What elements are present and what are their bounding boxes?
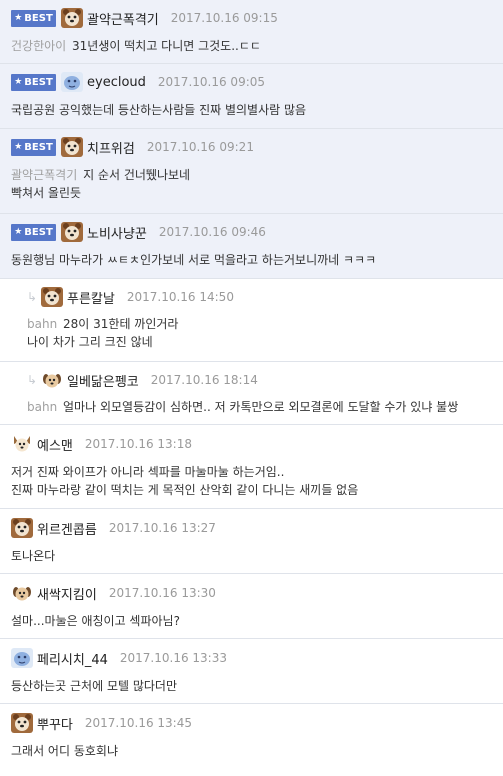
comment-date: 2017.10.16 09:21: [146, 140, 254, 154]
comment-author[interactable]: 노비사냥꾼: [87, 223, 147, 242]
comment-text: 설마...마눌은 애칭이고 섹파아님?: [11, 614, 180, 628]
comment-date: 2017.10.16 13:18: [84, 437, 192, 451]
comment-list: ★ BEST 괄약근폭격기 2017.10.16 09:15 건강한아이 31년생…: [0, 0, 503, 769]
reply-item: ↳ 푸른칼날 2017.10.16 14:50 bahn 28이 31한테 까인…: [0, 279, 503, 362]
comment-date: 2017.10.16 13:27: [108, 521, 216, 535]
comment-author[interactable]: eyecloud: [87, 75, 146, 90]
mention[interactable]: 건강한아이: [11, 39, 66, 53]
comment-author[interactable]: 새싹지킴이: [37, 584, 97, 603]
comment-date: 2017.10.16 14:50: [126, 290, 234, 304]
comment-text: 동원행님 마누라가 ㅆㅌㅊ인가보네 서로 먹을라고 하는거보니까네 ㅋㅋㅋ: [11, 253, 377, 267]
star-icon: ★: [14, 227, 23, 237]
puppy-avatar-icon[interactable]: [11, 583, 33, 603]
reply-arrow-icon: ↳: [27, 373, 38, 387]
comment-item: 예스맨 2017.10.16 13:18 저거 진짜 와이프가 아니라 섹파를 …: [0, 425, 503, 509]
comment-item: 위르겐콥름 2017.10.16 13:27 토나온다: [0, 509, 503, 574]
comment-date: 2017.10.16 09:15: [170, 11, 278, 25]
comment-item: ★ BEST 노비사냥꾼 2017.10.16 09:46 동원행님 마누라가 ㅆ…: [0, 214, 503, 279]
comment-text: 괄약근폭격기 지 순서 건너뛨나보네 빡쳐서 올린듯: [11, 168, 191, 200]
comment-author[interactable]: 페리시치_44: [37, 649, 108, 668]
comment-date: 2017.10.16 13:30: [108, 586, 216, 600]
comment-text: 등산하는곳 근처에 모텔 많다더만: [11, 679, 178, 693]
reply-item: ↳ 일베닮은펭코 2017.10.16 18:14 bahn 얼마나 외모열등감…: [0, 362, 503, 425]
bear-avatar-icon[interactable]: [11, 713, 33, 733]
bear-avatar-icon[interactable]: [61, 8, 83, 28]
comment-item: 뿌꾸다 2017.10.16 13:45 그래서 어디 동호회냐: [0, 704, 503, 769]
comment-date: 2017.10.16 09:46: [158, 225, 266, 239]
comment-text: 건강한아이 31년생이 떡치고 다니면 그것도..ㄷㄷ: [11, 39, 261, 53]
best-badge: ★ BEST: [11, 9, 56, 27]
bear-avatar-icon[interactable]: [11, 518, 33, 538]
comment-author[interactable]: 괄약근폭격기: [87, 9, 159, 28]
best-badge: ★ BEST: [11, 138, 56, 156]
comment-item: 페리시치_44 2017.10.16 13:33 등산하는곳 근처에 모텔 많다…: [0, 639, 503, 704]
puppy-avatar-icon[interactable]: [41, 370, 63, 390]
star-icon: ★: [14, 77, 23, 87]
comment-author[interactable]: 푸른칼날: [67, 288, 115, 307]
comment-text: 그래서 어디 동호회냐: [11, 744, 118, 758]
best-badge: ★ BEST: [11, 73, 56, 91]
dog-avatar-icon[interactable]: [11, 434, 33, 454]
comment-date: 2017.10.16 13:33: [119, 651, 227, 665]
comment-text: 토나온다: [11, 549, 56, 563]
comment-author[interactable]: 뿌꾸다: [37, 714, 73, 733]
star-icon: ★: [14, 142, 23, 152]
comment-item: ★ BEST 치프위검 2017.10.16 09:21 괄약근폭격기 지 순서 …: [0, 129, 503, 214]
comment-author[interactable]: 위르겐콥름: [37, 519, 97, 538]
comment-item: ★ BEST eyecloud 2017.10.16 09:05 국립공원 공익했…: [0, 64, 503, 129]
bear-avatar-icon[interactable]: [61, 222, 83, 242]
comment-item: 새싹지킴이 2017.10.16 13:30 설마...마눌은 애칭이고 섹파아…: [0, 574, 503, 639]
comment-text: bahn 얼마나 외모열등감이 심하면.. 저 카톡만으로 외모결론에 도달할 …: [27, 400, 459, 414]
comment-text: bahn 28이 31한테 까인거라 나이 차가 그리 크진 않네: [27, 317, 179, 349]
bear-avatar-icon[interactable]: [41, 287, 63, 307]
comment-item: ★ BEST 괄약근폭격기 2017.10.16 09:15 건강한아이 31년생…: [0, 0, 503, 64]
comment-text: 국립공원 공익했는데 등산하는사람들 진짜 별의별사람 많음: [11, 103, 307, 117]
best-badge: ★ BEST: [11, 223, 56, 241]
star-icon: ★: [14, 13, 23, 23]
comment-author[interactable]: 예스맨: [37, 435, 73, 454]
comment-text: 저거 진짜 와이프가 아니라 섹파를 마눌마눌 하는거임.. 진짜 마누라랑 같이…: [11, 465, 359, 497]
comment-date: 2017.10.16 13:45: [84, 716, 192, 730]
mention[interactable]: bahn: [27, 400, 57, 414]
comment-author[interactable]: 치프위검: [87, 138, 135, 157]
comment-author[interactable]: 일베닮은펭코: [67, 371, 139, 390]
comment-date: 2017.10.16 18:14: [150, 373, 258, 387]
reply-arrow-icon: ↳: [27, 290, 38, 304]
bear-avatar-icon[interactable]: [61, 137, 83, 157]
cloud-avatar-icon[interactable]: [61, 72, 83, 92]
comment-date: 2017.10.16 09:05: [157, 75, 266, 89]
mention[interactable]: 괄약근폭격기: [11, 168, 77, 182]
cloud-avatar-icon[interactable]: [11, 648, 33, 668]
mention[interactable]: bahn: [27, 317, 57, 331]
